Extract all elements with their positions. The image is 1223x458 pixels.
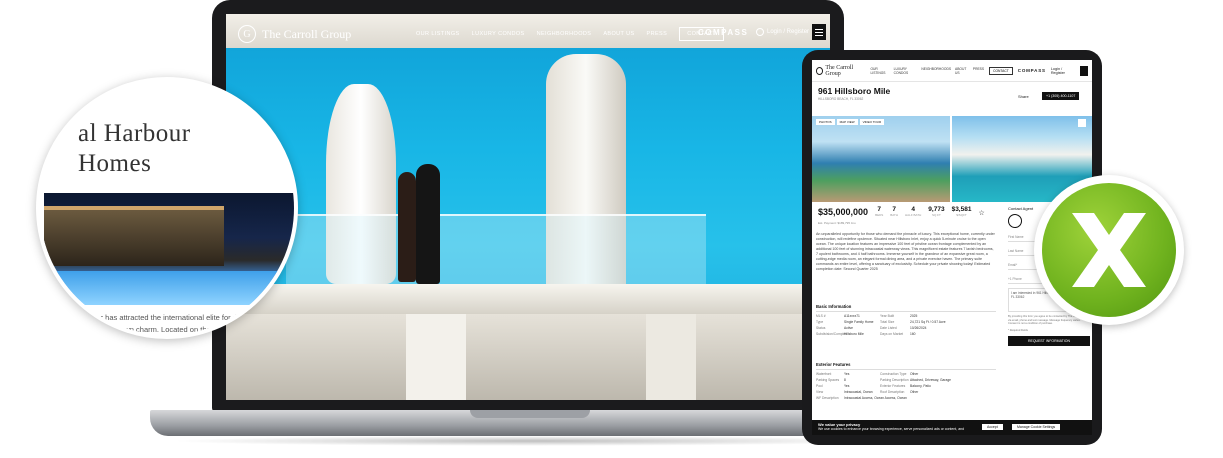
laptop-notch bbox=[470, 410, 590, 418]
nav-about-us[interactable]: ABOUT US bbox=[955, 67, 969, 75]
nav-neighborhoods[interactable]: NEIGHBORHOODS bbox=[537, 31, 592, 37]
gallery-photo[interactable] bbox=[812, 116, 950, 202]
logo-mark-icon: G bbox=[238, 25, 256, 43]
nav-our-listings[interactable]: OUR LISTINGS bbox=[870, 67, 889, 75]
nav-contact-button[interactable]: CONTACT bbox=[989, 66, 1013, 75]
tablet-nav-links: OUR LISTINGS LUXURY CONDOS NEIGHBORHOODS… bbox=[870, 67, 984, 75]
nav-about-us[interactable]: ABOUT US bbox=[603, 31, 634, 37]
request-information-button[interactable]: REQUEST INFORMATION bbox=[1008, 336, 1090, 346]
compass-logo[interactable]: COMPASS bbox=[698, 28, 748, 37]
zoom-circle: al Harbour Homes Harbour has attracted t… bbox=[36, 77, 298, 339]
page-title: al Harbour Homes bbox=[78, 119, 191, 179]
glass-railing bbox=[286, 214, 706, 294]
cookie-banner: We value your privacy We use cookies to … bbox=[812, 420, 1092, 435]
login-link[interactable]: Login / Register bbox=[1051, 67, 1075, 75]
listing-description: An unparalleled opportunity for those wh… bbox=[816, 232, 995, 271]
pool-illustration bbox=[44, 271, 294, 305]
cookie-text: We use cookies to enhance your browsing … bbox=[818, 427, 965, 431]
x-logo-icon bbox=[1042, 183, 1176, 317]
nav-neighborhoods[interactable]: NEIGHBORHOODS bbox=[921, 67, 951, 75]
stat-price-per-sqft: $3,581 $/SQFT bbox=[951, 206, 972, 217]
tab-video-tour[interactable]: VIDEO TOUR bbox=[859, 119, 885, 125]
country-code[interactable]: +1 bbox=[1008, 277, 1012, 281]
required-note: * Required Fields bbox=[1008, 328, 1028, 332]
compass-logo[interactable]: COMPASS bbox=[1018, 68, 1046, 73]
basic-info-section: Basic Information MLS # A11xxxx71 Year Bui… bbox=[816, 304, 996, 336]
stat-beds: 7 BEDS bbox=[875, 206, 884, 217]
call-button[interactable]: +1 (305) 400-1107 bbox=[1042, 92, 1080, 100]
agent-logo bbox=[1008, 214, 1022, 228]
user-icon bbox=[756, 28, 764, 36]
exterior-features-section: Exterior Features Waterfront Yes Construct… bbox=[816, 362, 996, 400]
basic-info-grid: MLS # A11xxxx71 Year Built 2025 Type Single … bbox=[816, 314, 946, 336]
nav-press[interactable]: PRESS bbox=[647, 31, 668, 37]
login-label: Login / Register bbox=[767, 29, 810, 35]
site-nav-links: OUR LISTINGS LUXURY CONDOS NEIGHBORHOODS… bbox=[416, 27, 725, 41]
person-woman bbox=[398, 172, 416, 282]
listing-header: 961 Hillsboro Mile HILLSBORO BEACH, FL 3… bbox=[812, 82, 1092, 116]
x-mark-icon bbox=[1072, 213, 1146, 287]
balcony-slab bbox=[226, 284, 830, 314]
phone-label: Phone bbox=[1012, 277, 1022, 281]
intro-paragraph: Harbour has attracted the international … bbox=[76, 313, 296, 334]
gallery-tabs: PHOTOS MAP VIEW VIDEO TOUR bbox=[816, 119, 885, 125]
section-title: Basic Information bbox=[816, 304, 996, 312]
hamburger-menu-icon[interactable] bbox=[1079, 65, 1089, 76]
tablet-header: The Carroll Group OUR LISTINGS LUXURY CO… bbox=[812, 60, 1092, 82]
exterior-features-grid: Waterfront Yes Construction Type Other Park… bbox=[816, 372, 951, 400]
laptop-shadow bbox=[170, 436, 890, 446]
tab-photos[interactable]: PHOTOS bbox=[816, 119, 835, 125]
hamburger-menu-icon[interactable] bbox=[812, 24, 826, 40]
site-logo[interactable]: G The Carroll Group bbox=[238, 25, 351, 43]
expand-icon[interactable] bbox=[1078, 119, 1086, 127]
favorite-star-icon[interactable]: ☆ bbox=[978, 209, 984, 217]
nav-luxury-condos[interactable]: LUXURY CONDOS bbox=[894, 67, 918, 75]
building-lower bbox=[226, 314, 830, 400]
logo-mark-icon bbox=[816, 66, 824, 75]
stat-sqft: 9,773 SQ FT bbox=[928, 206, 945, 217]
nav-press[interactable]: PRESS bbox=[973, 67, 984, 75]
laptop-screen: G The Carroll Group OUR LISTINGS LUXURY … bbox=[226, 14, 830, 400]
section-title: Exterior Features bbox=[816, 362, 996, 370]
listing-gallery[interactable]: PHOTOS MAP VIEW VIDEO TOUR bbox=[812, 116, 1092, 202]
listing-price: $35,000,000 bbox=[818, 207, 869, 217]
person-man bbox=[416, 164, 440, 284]
page-title-line1: al Harbour bbox=[78, 120, 191, 147]
building-column bbox=[406, 314, 466, 400]
site-brand: The Carroll Group bbox=[262, 26, 352, 41]
tab-map-view[interactable]: MAP VIEW bbox=[836, 119, 858, 125]
stat-half-baths: 4 HALF BATH bbox=[905, 206, 922, 217]
showcase-stage: G The Carroll Group OUR LISTINGS LUXURY … bbox=[0, 0, 1223, 458]
nav-luxury-condos[interactable]: LUXURY CONDOS bbox=[472, 31, 525, 37]
nav-our-listings[interactable]: OUR LISTINGS bbox=[416, 31, 460, 37]
share-button[interactable]: Share bbox=[1018, 94, 1029, 99]
page-title-line2: Homes bbox=[78, 150, 152, 177]
stat-baths: 7 BATH bbox=[890, 206, 899, 217]
building-column bbox=[646, 314, 696, 400]
cookie-manage-button[interactable]: Manage Cookie Settings bbox=[1012, 424, 1061, 430]
site-header: G The Carroll Group OUR LISTINGS LUXURY … bbox=[226, 14, 830, 54]
tablet-brand: The Carroll Group bbox=[825, 64, 854, 77]
login-link[interactable]: Login / Register bbox=[756, 28, 809, 36]
tablet-logo[interactable]: The Carroll Group bbox=[816, 65, 865, 77]
cookie-accept-button[interactable]: Accept bbox=[982, 424, 1003, 430]
house-illustration bbox=[44, 206, 224, 266]
